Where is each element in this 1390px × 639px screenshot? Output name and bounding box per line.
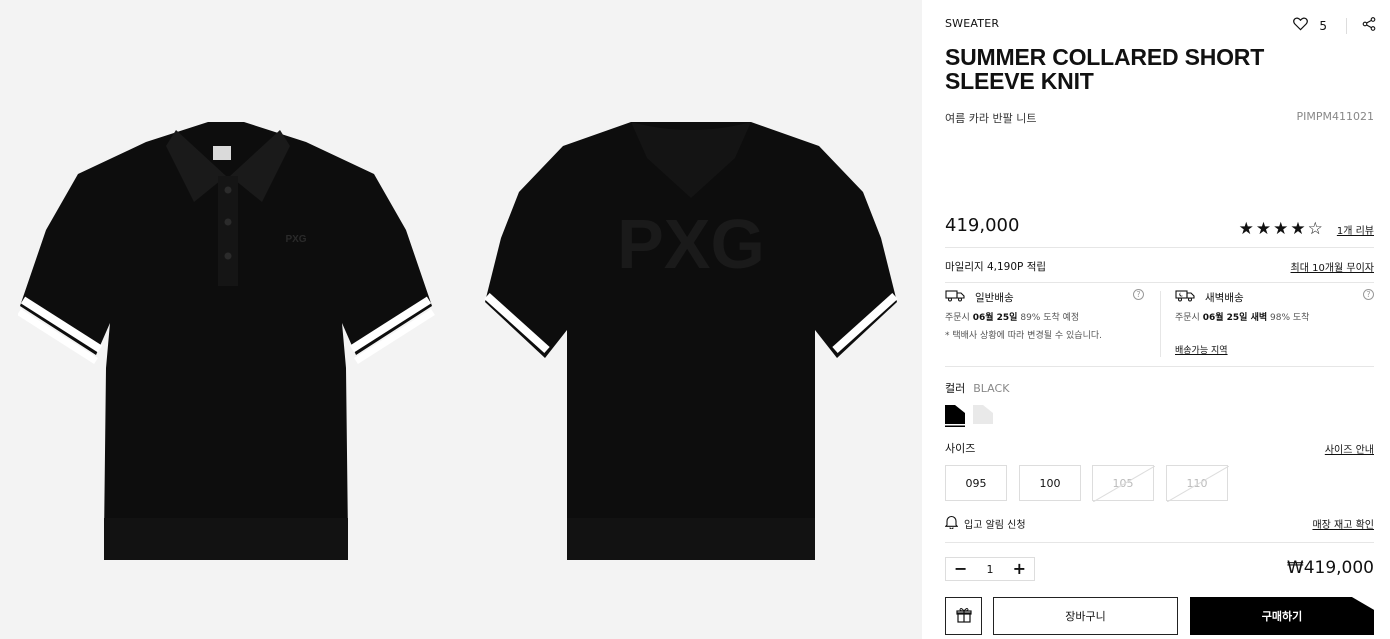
quantity-plus-button[interactable]: + [1013, 561, 1026, 577]
product-price: 419,000 [945, 215, 1020, 236]
unavailable-slash [1093, 466, 1155, 502]
eta-suffix: 89% 도착 예정 [1020, 313, 1080, 323]
dawn-shipping-eta: 주문시 06월 25일 새벽 98% 도착 [1175, 310, 1385, 323]
size-100-button[interactable]: 100 [1019, 465, 1081, 501]
size-105-button[interactable]: 105 [1092, 465, 1155, 502]
dawn-shipping-box: 새벽배송 주문시 06월 25일 새벽 98% 도착 배송가능 지역 ? [1175, 289, 1385, 356]
restock-alert[interactable]: 입고 알림 신청 [944, 515, 1026, 532]
gift-icon [955, 607, 972, 626]
product-info-panel: SWEATER 5 SUMMER COLLARED SHORT SLEEVE K… [922, 0, 1390, 639]
eta-suffix: 98% 도착 [1270, 313, 1310, 323]
back-logo-text: PXG [617, 205, 765, 283]
share-icon[interactable] [1362, 17, 1376, 34]
size-095-button[interactable]: 095 [945, 465, 1007, 501]
bell-icon [944, 515, 959, 532]
color-label: 컬러 [945, 382, 966, 395]
truck-icon [945, 289, 965, 305]
divider [945, 542, 1374, 543]
delivery-area-link[interactable]: 배송가능 지역 [1175, 346, 1228, 356]
moon-truck-icon [1175, 289, 1195, 305]
help-icon[interactable]: ? [1363, 289, 1374, 300]
mileage-text: 마일리지 4,190P 적립 [945, 261, 1047, 273]
standard-shipping-box: 일반배송 주문시 06월 25일 89% 도착 예정 * 택배사 상황에 따라 … [945, 289, 1155, 341]
total-price: ₩419,000 [1286, 558, 1374, 578]
product-category: SWEATER [945, 17, 1000, 30]
front-shirt-illustration: PXG [18, 122, 435, 560]
divider [945, 282, 1374, 283]
shipping-divider [1160, 291, 1161, 357]
help-icon[interactable]: ? [1133, 289, 1144, 300]
unavailable-slash [1167, 466, 1229, 502]
quantity-stepper: − 1 + [945, 557, 1035, 581]
wishlist-count: 5 [1319, 18, 1327, 33]
product-gallery: PXG PXG [0, 0, 922, 639]
restock-label: 입고 알림 신청 [964, 520, 1026, 531]
selected-color-name: BLACK [973, 382, 1010, 395]
eta-date: 06월 25일 [972, 313, 1018, 323]
rating-stars: ★★★★☆ [1238, 219, 1325, 239]
heart-icon[interactable] [1293, 17, 1309, 34]
product-image-front[interactable]: PXG [18, 118, 438, 563]
eta-prefix: 주문시 [1175, 313, 1200, 323]
product-image-back[interactable]: PXG [483, 118, 903, 563]
product-rating: ★★★★☆ 1개 리뷰 [1239, 219, 1374, 239]
actions-divider [1346, 17, 1347, 34]
eta-date: 06월 25일 새벽 [1202, 313, 1268, 323]
standard-shipping-note: * 택배사 상황에 따라 변경될 수 있습니다. [945, 331, 1103, 341]
review-link[interactable]: 1개 리뷰 [1337, 222, 1374, 237]
product-subtitle: 여름 카라 반팔 니트 [945, 112, 1037, 125]
product-title: SUMMER COLLARED SHORT SLEEVE KNIT [945, 44, 1265, 94]
installment-link[interactable]: 최대 10개월 무이자 [1291, 259, 1374, 274]
eta-prefix: 주문시 [945, 313, 970, 323]
product-code: PIMPM411021 [1296, 110, 1374, 123]
divider [945, 366, 1374, 367]
gift-button[interactable] [945, 597, 982, 635]
size-label: 사이즈 [945, 442, 976, 455]
size-guide-link[interactable]: 사이즈 안내 [1325, 441, 1374, 456]
product-actions: 5 [1293, 17, 1376, 34]
buy-now-button[interactable]: 구매하기 [1190, 597, 1374, 635]
add-to-cart-button[interactable]: 장바구니 [993, 597, 1178, 635]
logo-text: PXG [285, 234, 306, 245]
standard-shipping-title: 일반배송 [975, 291, 1014, 304]
color-swatch-white[interactable] [973, 405, 993, 425]
back-shirt-illustration: PXG [484, 122, 898, 560]
color-swatch-black[interactable] [945, 405, 965, 427]
divider [945, 247, 1374, 248]
quantity-minus-button[interactable]: − [954, 561, 967, 577]
size-110-button[interactable]: 110 [1166, 465, 1229, 502]
quantity-value[interactable]: 1 [987, 563, 994, 576]
dawn-shipping-title: 새벽배송 [1205, 291, 1244, 304]
color-option-label: 컬러 BLACK [945, 380, 1009, 396]
store-stock-link[interactable]: 매장 재고 확인 [1312, 516, 1374, 531]
standard-shipping-eta: 주문시 06월 25일 89% 도착 예정 [945, 310, 1155, 323]
